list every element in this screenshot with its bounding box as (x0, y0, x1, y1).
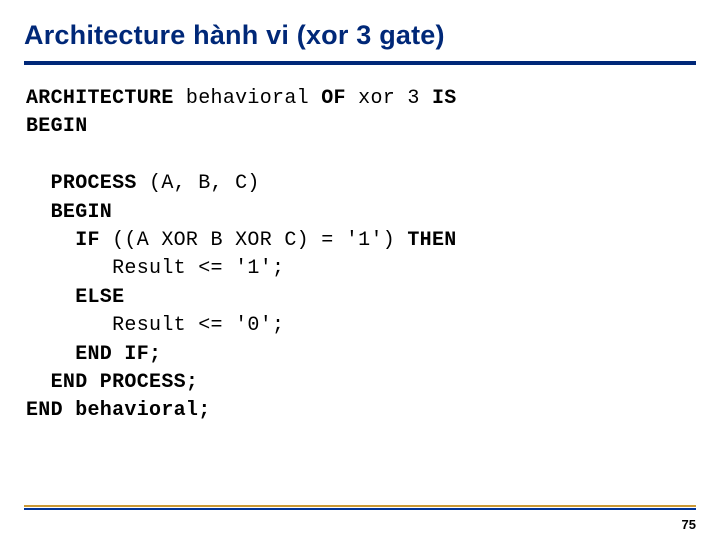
code-text: xor 3 (346, 87, 432, 110)
kw-is: IS (432, 87, 457, 110)
kw-endprocess: END PROCESS; (26, 371, 198, 394)
page-number: 75 (682, 517, 696, 532)
kw-endbehavioral: END behavioral; (26, 399, 211, 422)
footer-divider (24, 505, 696, 510)
code-block: ARCHITECTURE behavioral OF xor 3 IS BEGI… (26, 85, 696, 426)
kw-then: THEN (407, 229, 456, 252)
slide-title: Architecture hành vi (xor 3 gate) (24, 20, 696, 51)
footer-rule-blue (24, 508, 696, 510)
kw-if: IF (26, 229, 100, 252)
kw-begin-inner: BEGIN (26, 201, 112, 224)
kw-process: PROCESS (26, 172, 137, 195)
code-text: Result <= '1'; (26, 257, 284, 280)
code-text: behavioral (174, 87, 322, 110)
title-divider (24, 61, 696, 65)
kw-architecture: ARCHITECTURE (26, 87, 174, 110)
kw-begin: BEGIN (26, 115, 88, 138)
code-text: Result <= '0'; (26, 314, 284, 337)
kw-of: OF (321, 87, 346, 110)
kw-else: ELSE (26, 286, 124, 309)
footer-rule-gold (24, 505, 696, 507)
code-text: (A, B, C) (137, 172, 260, 195)
kw-endif: END IF; (26, 343, 161, 366)
code-text: ((A XOR B XOR C) = '1') (100, 229, 408, 252)
slide: Architecture hành vi (xor 3 gate) ARCHIT… (0, 0, 720, 540)
